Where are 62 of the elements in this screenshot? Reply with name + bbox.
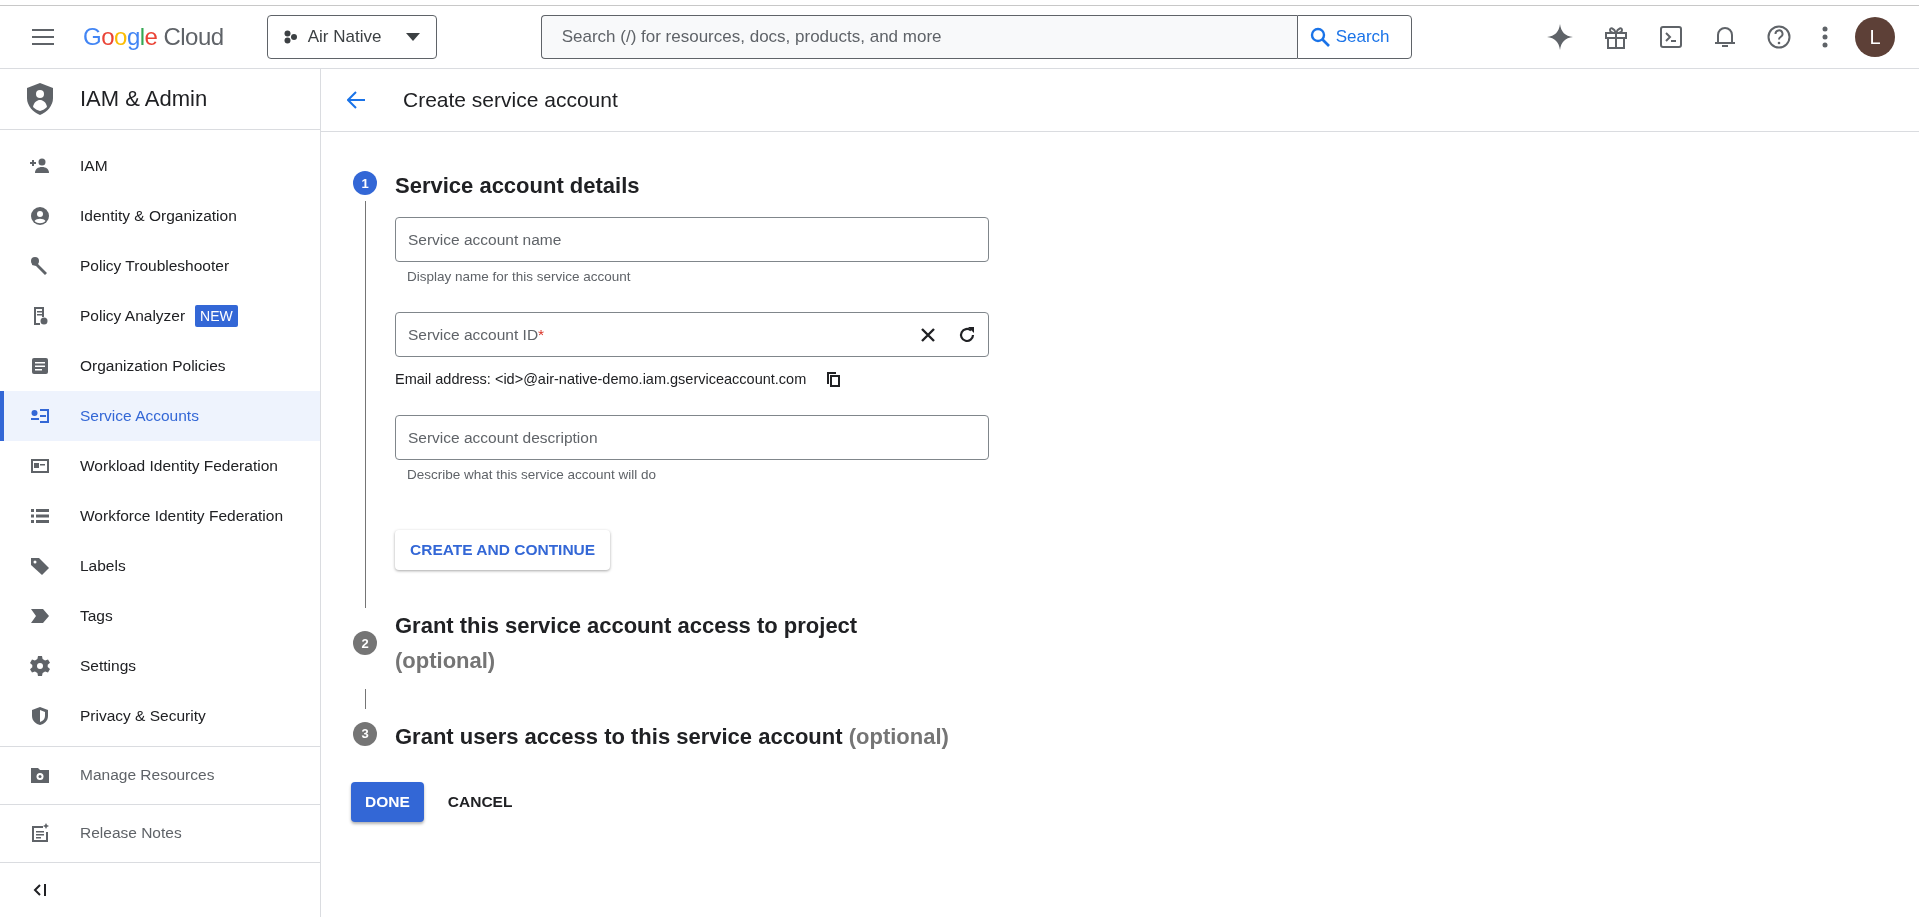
nav-item[interactable]: Tags: [0, 590, 320, 641]
account-icon: [30, 205, 50, 226]
folder-gear-icon: [30, 765, 50, 786]
done-button[interactable]: DONE: [351, 781, 424, 822]
text-field[interactable]: Service account description: [395, 415, 989, 461]
bell-icon[interactable]: [1714, 25, 1736, 49]
avatar[interactable]: L: [1855, 17, 1895, 57]
copy-icon[interactable]: [826, 371, 841, 388]
helper-text: Describe what this service account will do: [406, 466, 658, 483]
product-title: IAM & Admin: [80, 85, 208, 112]
nav-item[interactable]: Settings: [0, 640, 320, 691]
project-icon: [283, 30, 298, 44]
refresh-icon[interactable]: [958, 325, 976, 344]
gift-icon[interactable]: [1604, 25, 1628, 49]
help-icon[interactable]: [1767, 25, 1791, 49]
terminal-icon[interactable]: [1659, 25, 1683, 49]
clear-icon[interactable]: [920, 326, 936, 343]
search-button[interactable]: Search: [1296, 15, 1412, 59]
shield-icon: [27, 82, 53, 115]
optional-note: (optional): [848, 723, 949, 749]
step-title: Grant this service account access to project: [395, 613, 858, 639]
nav-item[interactable]: Privacy & Security: [0, 690, 320, 741]
nav-item[interactable]: Policy Troubleshooter: [0, 240, 320, 291]
helper-text: Display name for this service account: [406, 268, 632, 285]
text-field[interactable]: Service account ID*: [395, 312, 989, 358]
nav-item[interactable]: Workload Identity Federation: [0, 440, 320, 491]
nav-item[interactable]: Policy Analyzer NEW: [0, 290, 320, 341]
collapse-icon[interactable]: [33, 882, 47, 897]
list-doc-icon: [30, 355, 50, 376]
nav-item[interactable]: Labels: [0, 540, 320, 591]
email-address: Email address: <id>@air-native-demo.iam.gserviceaccount.com: [395, 371, 807, 388]
search-field[interactable]: Search (/) for resources, docs, products, and more: [540, 15, 1297, 59]
step-title: Service account details: [395, 173, 640, 198]
step-number: 3: [353, 721, 377, 746]
menu-icon[interactable]: [32, 29, 54, 45]
create-and-continue-button[interactable]: CREATE AND CONTINUE: [395, 530, 611, 571]
optional-note: (optional): [395, 648, 496, 674]
caret-icon: [405, 33, 420, 41]
nav-item[interactable]: IAM: [0, 140, 320, 191]
project-picker[interactable]: Air Native: [266, 15, 437, 59]
nav-item[interactable]: Identity & Organization: [0, 190, 320, 241]
new-badge: NEW: [195, 304, 238, 327]
notes-icon: [30, 823, 50, 844]
logo[interactable]: Google Cloud: [83, 23, 224, 51]
page-title: Create service account: [403, 88, 618, 112]
nav-item[interactable]: Release Notes: [0, 804, 320, 863]
search-icon: [1309, 27, 1330, 47]
text-field[interactable]: Service account name: [395, 217, 989, 263]
step-number: 1: [353, 171, 377, 195]
back-arrow-icon[interactable]: [347, 91, 365, 109]
nav-item[interactable]: Manage Resources: [0, 746, 320, 805]
cancel-button[interactable]: CANCEL: [433, 781, 527, 822]
shield-icon: [30, 705, 50, 726]
step-number: 2: [353, 631, 377, 656]
nav-item[interactable]: Workforce Identity Federation: [0, 490, 320, 541]
sparkle-icon[interactable]: [1547, 24, 1573, 50]
nav-item[interactable]: Service Accounts: [0, 390, 320, 441]
gear-icon: [30, 655, 50, 676]
nav-item[interactable]: Organization Policies: [0, 340, 320, 391]
step-title: Grant users access to this service account: [395, 723, 843, 749]
more-icon[interactable]: [1822, 26, 1828, 48]
label-icon: [30, 555, 50, 576]
